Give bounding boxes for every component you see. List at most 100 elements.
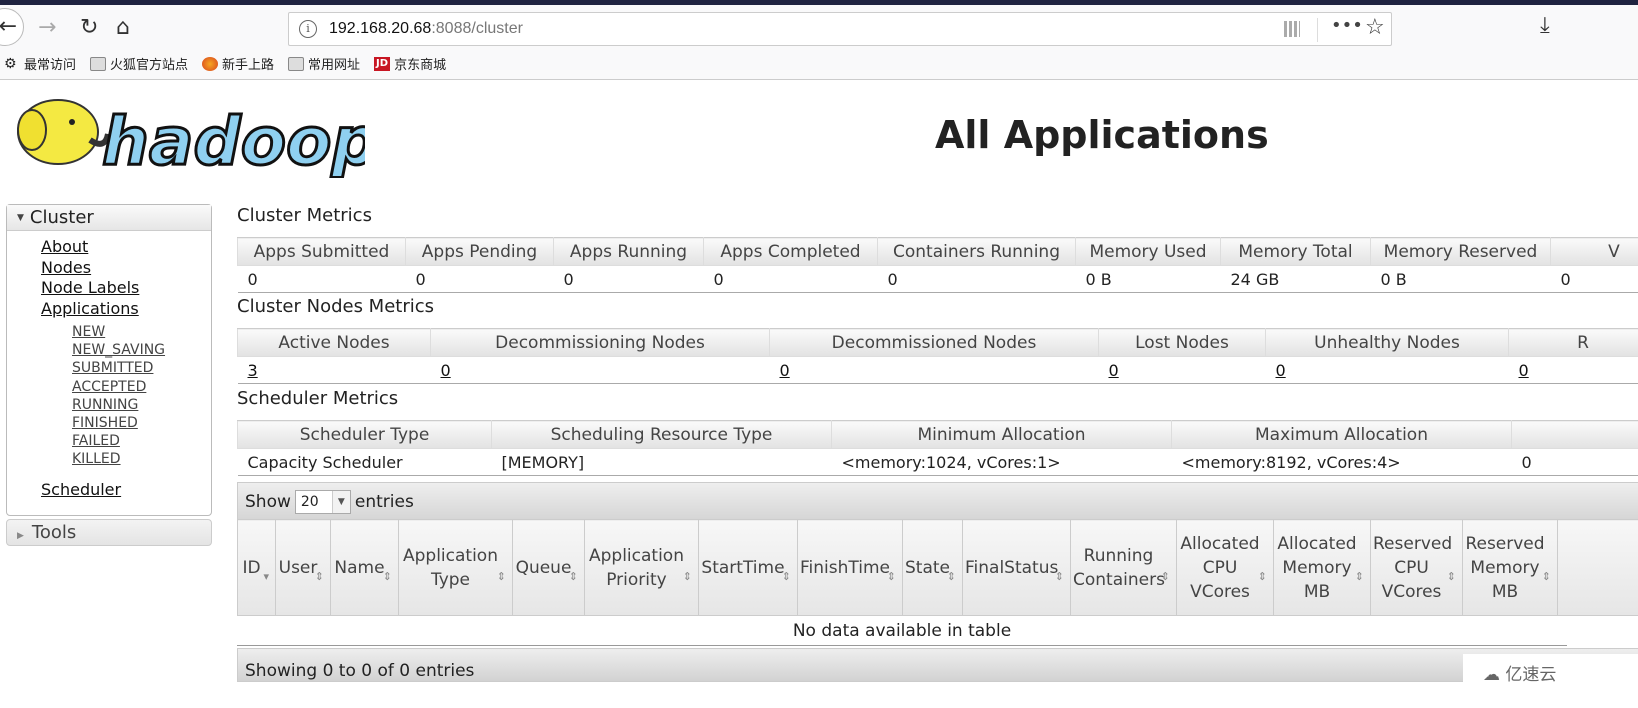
sort-icon[interactable]: ⇕ [947, 565, 956, 589]
sidebar-link-nodes[interactable]: Nodes [41, 258, 211, 279]
sidebar-link-applications[interactable]: Applications [41, 299, 211, 320]
sidebar-link-failed[interactable]: FAILED [41, 432, 211, 450]
sort-icon[interactable]: ⇕ [497, 565, 506, 589]
tools-label: Tools [31, 522, 77, 543]
sort-icon[interactable]: ⇕ [1542, 565, 1551, 589]
column-header[interactable]: Application Priority ⇕ [584, 519, 699, 616]
cluster-section-header[interactable]: ▼ Cluster [7, 205, 211, 231]
bookmark-item[interactable]: 常用网址 [288, 54, 360, 73]
column-header[interactable]: Reserved CPU VCores ⇕ [1370, 519, 1463, 616]
metric-link[interactable]: 0 [1276, 361, 1286, 380]
column-header-label: Application Type [403, 545, 498, 590]
column-header[interactable]: Running Containers ⇕ [1070, 519, 1177, 616]
download-icon[interactable]: ⤓ [1540, 13, 1550, 38]
column-header[interactable]: ID ▾ [237, 519, 276, 616]
forward-button[interactable]: → [38, 15, 56, 40]
url-text[interactable]: 192.168.20.68:8088/cluster [329, 20, 523, 38]
sidebar-link-about[interactable]: About [41, 237, 211, 258]
column-header[interactable]: Allocated Memory MB ⇕ [1273, 519, 1371, 616]
column-header[interactable]: ⇕ [1557, 519, 1638, 616]
metric-cell[interactable]: 0 [430, 356, 770, 384]
cluster-label: Cluster [29, 207, 94, 228]
cluster-metrics-title: Cluster Metrics [237, 205, 372, 226]
column-header-label: Application Priority [589, 545, 684, 590]
column-header[interactable]: Application Type ⇕ [398, 519, 513, 616]
column-header[interactable]: Name ⇕ [330, 519, 399, 616]
sidebar-link-finished[interactable]: FINISHED [41, 414, 211, 432]
metric-cell[interactable]: 0 [1265, 356, 1509, 384]
metric-link[interactable]: 0 [1109, 361, 1119, 380]
metric-cell: 0 [237, 265, 406, 293]
folder-icon [90, 56, 107, 71]
info-icon[interactable]: i [299, 20, 317, 38]
metric-link[interactable]: 3 [248, 361, 258, 380]
sort-icon[interactable]: ⇕ [683, 565, 692, 589]
sort-icon[interactable]: ⇕ [383, 565, 392, 589]
sidebar-link-new[interactable]: NEW [41, 323, 211, 341]
bookmark-item[interactable]: 新手上路 [202, 54, 274, 73]
sort-icon[interactable]: ⇕ [1447, 565, 1456, 589]
sidebar-link-accepted[interactable]: ACCEPTED [41, 378, 211, 396]
sidebar-link-node-labels[interactable]: Node Labels [41, 278, 211, 299]
sidebar-link-running[interactable]: RUNNING [41, 396, 211, 414]
sort-icon[interactable]: ⇕ [782, 565, 791, 589]
sidebar-link-killed[interactable]: KILLED [41, 450, 211, 468]
column-header[interactable]: FinalStatus ⇕ [962, 519, 1071, 616]
column-header[interactable]: User ⇕ [275, 519, 331, 616]
page-size-select[interactable]: 20 ▼ [294, 490, 351, 514]
reload-button[interactable]: ↻ [80, 15, 98, 40]
metric-cell[interactable]: 0 [769, 356, 1099, 384]
sort-desc-icon[interactable]: ▾ [263, 565, 269, 589]
sort-icon[interactable]: ⇕ [1161, 565, 1170, 589]
address-bar[interactable]: i 192.168.20.68:8088/cluster ••• ☆ [288, 12, 1392, 46]
sidebar-tools[interactable]: ▶ Tools [6, 519, 212, 546]
bookmark-label: 新手上路 [222, 58, 275, 73]
sort-icon[interactable]: ⇕ [569, 565, 578, 589]
sort-icon[interactable]: ⇕ [1355, 565, 1364, 589]
column-header[interactable]: FinishTime ⇕ [797, 519, 903, 616]
column-header-label: FinalStatus [965, 557, 1059, 578]
column-header[interactable]: State ⇕ [902, 519, 963, 616]
scheduler-metrics-table: Scheduler Type Scheduling Resource Type Mi… [237, 420, 1638, 476]
metric-link[interactable]: 0 [441, 361, 451, 380]
column-header[interactable]: StartTime ⇕ [698, 519, 798, 616]
triangle-down-icon: ▼ [17, 213, 24, 223]
metric-link[interactable]: 0 [1519, 361, 1529, 380]
qr-code-icon[interactable] [1284, 21, 1300, 37]
watermark: ☁ 亿速云 [1463, 654, 1638, 708]
home-button[interactable]: ⌂ [116, 15, 130, 40]
sort-icon[interactable]: ⇕ [887, 565, 896, 589]
sort-icon[interactable]: ⇕ [1055, 565, 1064, 589]
metric-cell: 0 [553, 265, 704, 293]
column-header-label: Queue [515, 557, 572, 578]
column-header: V [1550, 237, 1638, 266]
metric-cell[interactable]: 0 [1098, 356, 1266, 384]
sidebar-link-new-saving[interactable]: NEW_SAVING [41, 341, 211, 359]
sort-icon[interactable]: ⇕ [1258, 565, 1267, 589]
back-button[interactable]: ← [0, 8, 24, 46]
column-header: Scheduling Resource Type [491, 420, 832, 449]
bookmark-label: 常用网址 [308, 58, 361, 73]
bookmarks-bar: ⚙ 最常访问 火狐官方站点 新手上路 常用网址 JD 京东商城 [0, 48, 1638, 80]
bookmark-item[interactable]: 火狐官方站点 [90, 54, 188, 73]
metric-cell[interactable]: 0 [1508, 356, 1638, 384]
star-icon[interactable]: ☆ [1365, 15, 1385, 40]
column-header: Apps Submitted [237, 237, 406, 266]
column-header[interactable]: Reserved Memory MB ⇕ [1462, 519, 1558, 616]
metric-link[interactable]: 0 [780, 361, 790, 380]
hadoop-logo: hadoop [17, 99, 365, 178]
sort-icon[interactable]: ⇕ [315, 565, 324, 589]
more-icon[interactable]: ••• [1331, 15, 1363, 36]
bookmark-item[interactable]: ⚙ 最常访问 [4, 54, 76, 74]
column-header-label: Running Containers [1073, 545, 1165, 590]
column-header[interactable]: Allocated CPU VCores ⇕ [1176, 519, 1274, 616]
metric-cell[interactable]: 3 [237, 356, 431, 384]
chevron-down-icon: ▼ [331, 491, 350, 513]
column-header: Memory Used [1075, 237, 1221, 266]
column-header-label: Allocated CPU VCores [1180, 533, 1260, 602]
column-header[interactable]: Queue ⇕ [512, 519, 585, 616]
sidebar-link-scheduler[interactable]: Scheduler [41, 480, 211, 501]
bookmark-item[interactable]: JD 京东商城 [374, 54, 446, 73]
sidebar-link-submitted[interactable]: SUBMITTED [41, 359, 211, 377]
jd-icon: JD [374, 56, 391, 71]
